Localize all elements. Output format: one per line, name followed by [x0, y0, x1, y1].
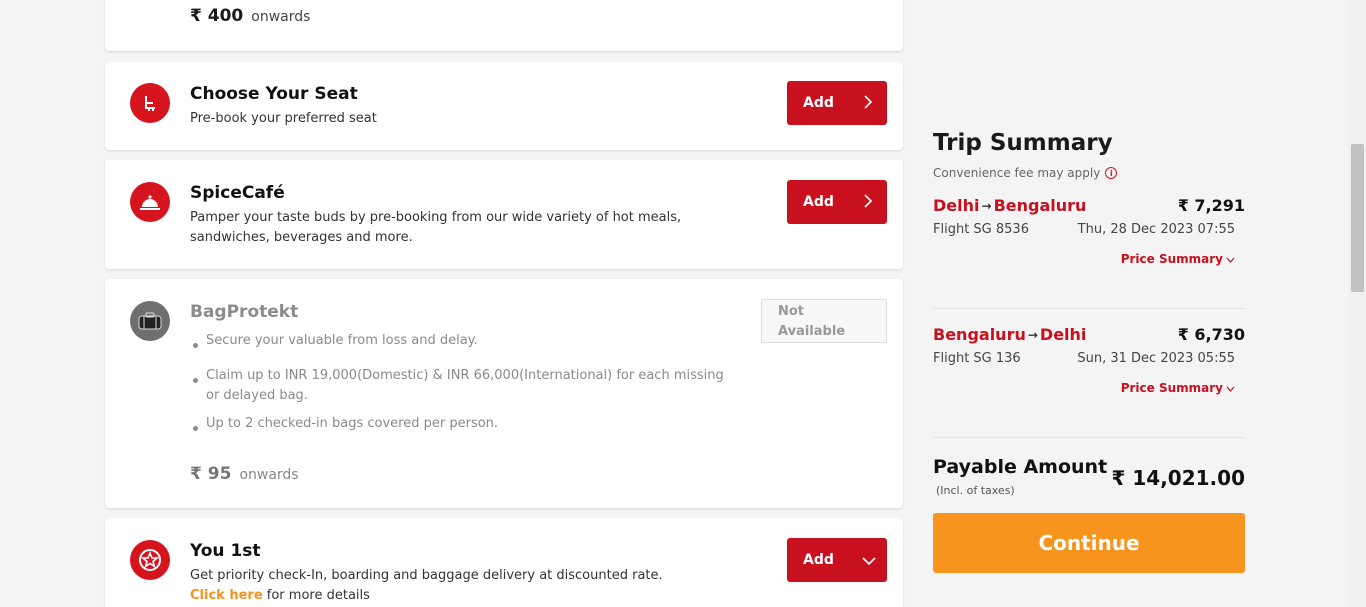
- price-summary-toggle[interactable]: Price Summary: [1121, 252, 1235, 266]
- addon-card-seat: Choose Your Seat Pre-book your preferred…: [105, 62, 903, 150]
- scrollbar-track[interactable]: [1349, 0, 1366, 607]
- price-summary-toggle[interactable]: Price Summary: [1121, 381, 1235, 395]
- cloche-icon: [130, 182, 170, 222]
- leg-date: Thu, 28 Dec 2023 07:55: [1077, 222, 1235, 237]
- seat-desc: Pre-book your preferred seat: [190, 111, 377, 126]
- bagprotekt-title: BagProtekt: [190, 302, 299, 322]
- info-icon[interactable]: i: [1105, 167, 1118, 179]
- click-here-link[interactable]: Click here: [190, 588, 263, 603]
- feature-item: Claim up to INR 19,000(Domestic) & INR 6…: [190, 366, 730, 406]
- star-badge-icon: [130, 540, 170, 580]
- trip-leg-2: Bengaluru → Delhi ₹ 6,730 Flight SG 136 …: [933, 325, 1245, 437]
- seat-add-button[interactable]: Add: [787, 81, 887, 125]
- addon-card-bagprotekt: BagProtekt Not Available Secure your val…: [105, 279, 903, 508]
- payable-amount-row: Payable Amount (Incl. of taxes) ₹ 14,021…: [933, 438, 1245, 510]
- arrow-right-icon: →: [1027, 327, 1038, 342]
- arrow-right-icon: →: [981, 198, 992, 213]
- spicecafe-desc: Pamper your taste buds by pre-booking fr…: [190, 210, 682, 245]
- leg-price: ₹ 6,730: [1177, 325, 1245, 344]
- divider: [933, 308, 1245, 309]
- spicecafe-title: SpiceCafé: [190, 183, 285, 203]
- trip-leg-1: Delhi → Bengaluru ₹ 7,291 Flight SG 8536…: [933, 196, 1245, 308]
- chevron-down-icon: [1226, 381, 1235, 395]
- leg-date: Sun, 31 Dec 2023 05:55: [1077, 351, 1235, 366]
- spicecafe-add-button[interactable]: Add: [787, 180, 887, 224]
- bag-icon: [130, 301, 170, 341]
- feature-item: Up to 2 checked-in bags covered per pers…: [190, 414, 730, 434]
- seat-title: Choose Your Seat: [190, 84, 358, 104]
- trip-summary: Trip Summary Convenience fee may apply i…: [933, 130, 1245, 510]
- you1st-details: Click here for more details: [190, 588, 370, 603]
- payable-amount: ₹ 14,021.00: [1111, 466, 1246, 490]
- leg-flight: Flight SG 136: [933, 351, 1021, 366]
- addon-card-you1st: You 1st Get priority check-In, boarding …: [105, 518, 903, 607]
- you1st-add-button[interactable]: Add: [787, 538, 887, 582]
- feature-item: Secure your valuable from loss and delay…: [190, 331, 730, 351]
- leg-route: Delhi → Bengaluru: [933, 196, 1087, 215]
- you1st-desc: Get priority check-In, boarding and bagg…: [190, 568, 663, 583]
- chevron-right-icon: [863, 194, 873, 212]
- seat-icon: [130, 83, 170, 123]
- chevron-right-icon: [863, 95, 873, 113]
- convenience-note: Convenience fee may apply i: [933, 166, 1245, 180]
- payable-sub: (Incl. of taxes): [936, 484, 1015, 497]
- leg-flight: Flight SG 8536: [933, 222, 1029, 237]
- bagprotekt-price: ₹ 95 onwards: [190, 464, 299, 484]
- payable-label: Payable Amount: [933, 456, 1108, 478]
- chevron-down-icon: [862, 554, 876, 570]
- scrollbar-thumb[interactable]: [1351, 144, 1364, 292]
- top-price: ₹ 400 onwards: [190, 6, 311, 26]
- leg-price: ₹ 7,291: [1177, 196, 1245, 215]
- addon-card-spicecafe: SpiceCafé Pamper your taste buds by pre-…: [105, 160, 903, 269]
- not-available-badge: Not Available: [761, 299, 887, 343]
- you1st-title: You 1st: [190, 541, 261, 561]
- chevron-down-icon: [1226, 252, 1235, 266]
- continue-button[interactable]: Continue: [933, 513, 1245, 573]
- bagprotekt-features: Secure your valuable from loss and delay…: [190, 331, 730, 434]
- trip-summary-title: Trip Summary: [933, 130, 1113, 156]
- addon-card-top: ₹ 400 onwards: [105, 0, 903, 51]
- leg-route: Bengaluru → Delhi: [933, 325, 1087, 344]
